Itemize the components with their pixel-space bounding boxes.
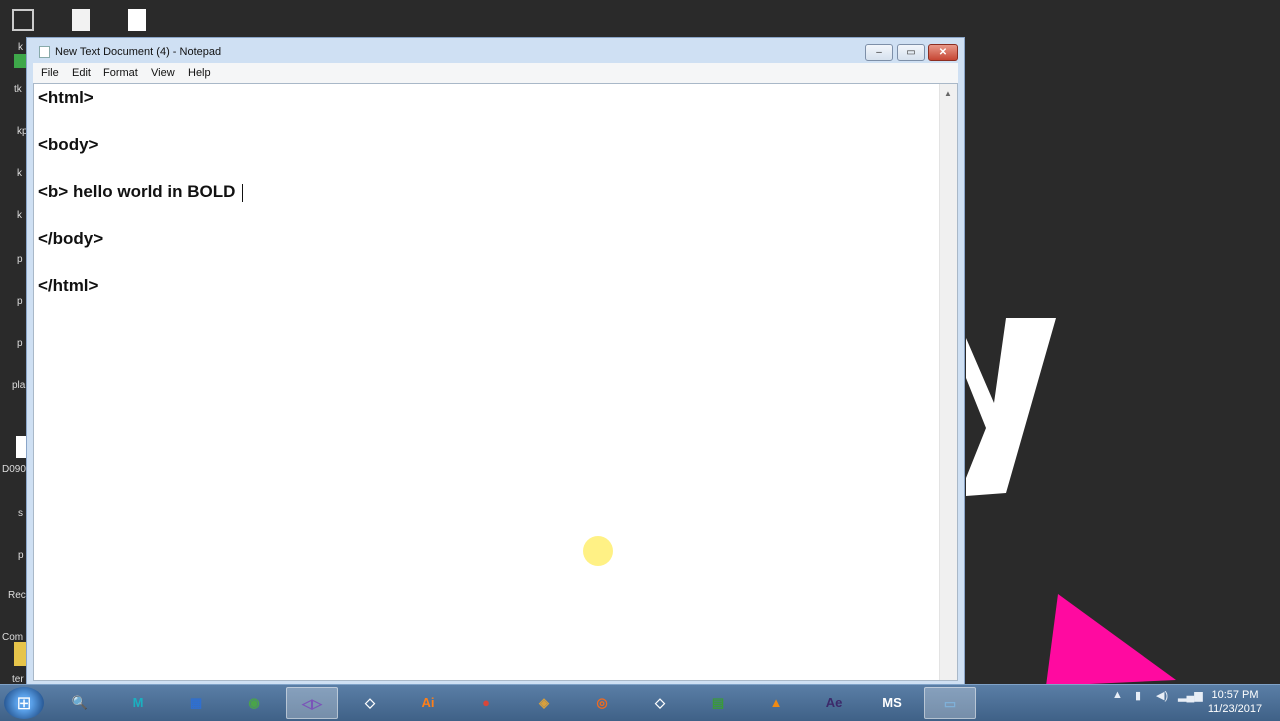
- editor-line: </body>: [38, 229, 104, 248]
- maximize-button[interactable]: ▭: [897, 44, 925, 61]
- desktop-icon-label[interactable]: p: [17, 296, 23, 307]
- file-icon[interactable]: [16, 436, 26, 458]
- desktop-icon-label[interactable]: k: [17, 210, 22, 221]
- start-button[interactable]: ⊞: [4, 687, 44, 719]
- text-caret: [242, 183, 244, 202]
- editor-line-text: <b> hello world in BOLD: [38, 182, 236, 201]
- menu-edit[interactable]: Edit: [72, 67, 91, 79]
- desktop-icon-label[interactable]: k: [18, 42, 23, 53]
- taskbar-search-app-icon[interactable]: 🔍: [54, 687, 106, 719]
- editor-line-current: <b> hello world in BOLD: [38, 182, 244, 202]
- menu-help[interactable]: Help: [188, 67, 211, 79]
- desktop-icon-label[interactable]: pla: [12, 380, 25, 391]
- taskbar-illustrator-app-icon[interactable]: Ai: [402, 687, 454, 719]
- desktop-icon-label[interactable]: tk: [14, 84, 22, 95]
- desktop-icon-label[interactable]: ter: [12, 674, 24, 684]
- desktop-icon-label[interactable]: k: [17, 168, 22, 179]
- taskbar-notepad-app-icon[interactable]: ▭: [924, 687, 976, 719]
- window-title: New Text Document (4) - Notepad: [55, 46, 222, 58]
- taskbar-after-effects-app-icon[interactable]: Ae: [808, 687, 860, 719]
- clock-date: 11/23/2017: [1207, 703, 1263, 715]
- taskbar-chrome-app-icon[interactable]: ●: [460, 687, 512, 719]
- wallpaper-letter-shape: [966, 318, 1056, 496]
- desktop-icon-label[interactable]: p: [17, 254, 23, 265]
- desktop-icon-label[interactable]: p: [18, 550, 24, 561]
- scroll-up-arrow-icon[interactable]: ▲: [944, 89, 952, 98]
- mouse-cursor-highlight: [583, 536, 613, 566]
- app-shortcut-icon[interactable]: [14, 54, 26, 68]
- taskbar-camera-app-icon[interactable]: ◎: [576, 687, 628, 719]
- taskbar-visual-studio-app-icon[interactable]: ◁▷: [286, 687, 338, 719]
- menu-format[interactable]: Format: [103, 67, 138, 79]
- taskbar-ms-app-icon[interactable]: MS: [866, 687, 918, 719]
- taskbar-unity-app-icon[interactable]: ◇: [344, 687, 396, 719]
- system-clock[interactable]: 10:57 PM 11/23/2017: [1200, 688, 1270, 716]
- close-button[interactable]: ✕: [928, 44, 958, 61]
- vertical-scrollbar[interactable]: ▲: [939, 84, 957, 680]
- wallpaper-triangle-shape: [1046, 594, 1176, 684]
- text-editor[interactable]: <html> <body> <b> hello world in BOLD </…: [33, 83, 958, 681]
- desktop-icon-label[interactable]: D090: [2, 464, 26, 475]
- desktop-icon-label[interactable]: p: [17, 338, 23, 349]
- recycle-bin-icon[interactable]: [12, 9, 34, 31]
- clock-time: 10:57 PM: [1211, 689, 1259, 701]
- notepad-icon[interactable]: [39, 46, 50, 58]
- taskbar-network-app-icon[interactable]: ◉: [228, 687, 280, 719]
- taskbar-chart-app-icon[interactable]: ▤: [692, 687, 744, 719]
- taskbar: ⊞ 🔍 M ▦ ◉ ◁▷ ◇ Ai ● ◈ ◎ ◇ ▤ ▲ Ae MS ▭ ▲ ▮ ◀) ▂▄▆ 10:57 …: [0, 684, 1280, 721]
- editor-line: </html>: [38, 276, 99, 295]
- minimize-button[interactable]: –: [865, 44, 893, 61]
- taskbar-maya-app-icon[interactable]: M: [112, 687, 164, 719]
- folder-icon[interactable]: [14, 642, 26, 666]
- desktop-icon-label[interactable]: s: [18, 508, 23, 519]
- editor-line: <html>: [38, 88, 94, 107]
- show-hidden-icons-icon[interactable]: ▲: [1112, 689, 1123, 701]
- battery-icon[interactable]: ▮: [1135, 689, 1141, 702]
- editor-line: <body>: [38, 135, 99, 154]
- network-signal-icon[interactable]: ▂▄▆: [1178, 689, 1203, 702]
- document-icon[interactable]: [72, 9, 90, 31]
- document-icon-2[interactable]: [128, 9, 146, 31]
- title-bar[interactable]: New Text Document (4) - Notepad – ▭ ✕: [27, 38, 964, 66]
- desktop-icon-label[interactable]: Rec: [8, 590, 26, 601]
- menu-file[interactable]: File: [41, 67, 59, 79]
- taskbar-vlc-app-icon[interactable]: ▲: [750, 687, 802, 719]
- volume-icon[interactable]: ◀): [1156, 689, 1168, 702]
- taskbar-unity-app-2-icon[interactable]: ◇: [634, 687, 686, 719]
- notepad-window: New Text Document (4) - Notepad – ▭ ✕ Fi…: [26, 37, 965, 687]
- menu-view[interactable]: View: [151, 67, 175, 79]
- menu-bar: File Edit Format View Help: [33, 63, 958, 83]
- taskbar-spreadsheet-app-icon[interactable]: ▦: [170, 687, 222, 719]
- taskbar-shield-app-icon[interactable]: ◈: [518, 687, 570, 719]
